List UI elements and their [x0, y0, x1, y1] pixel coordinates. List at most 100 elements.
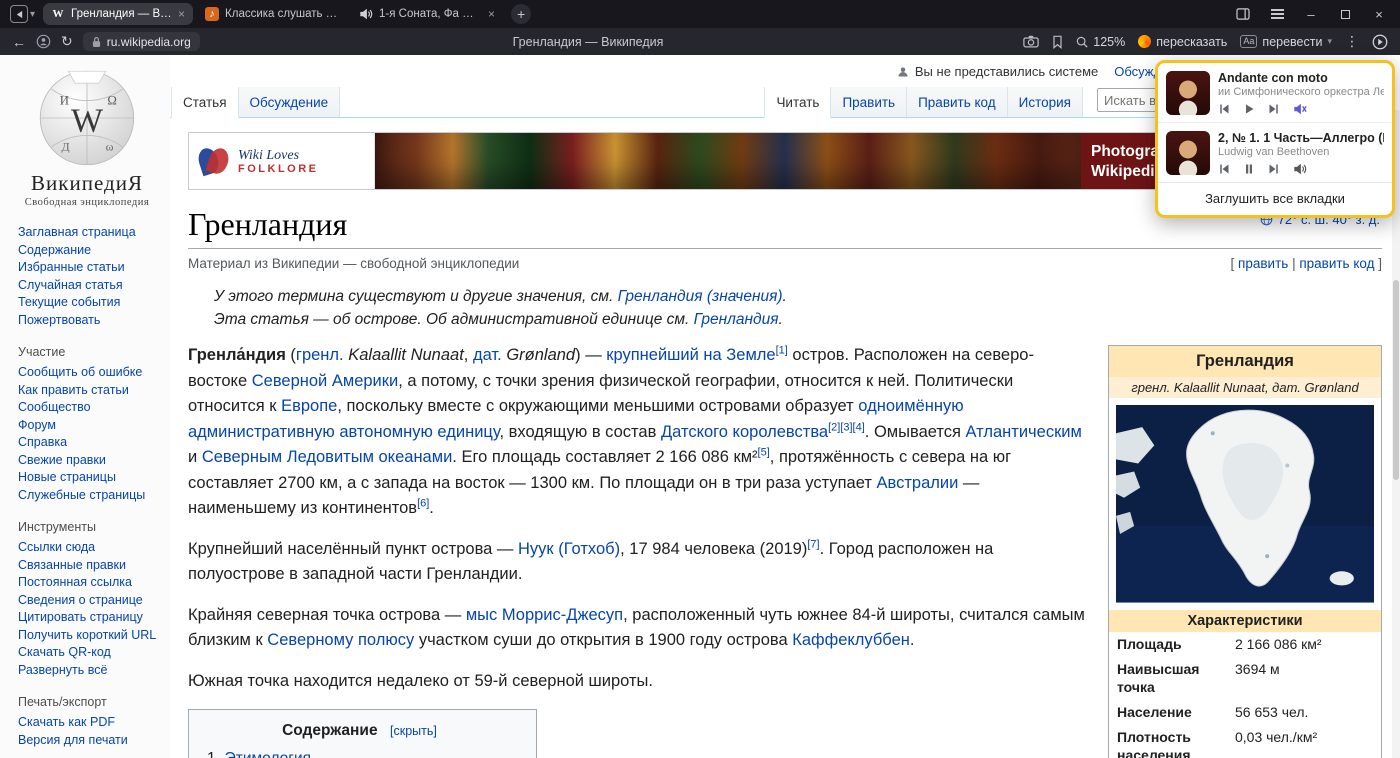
scrollbar-thumb[interactable] — [1393, 280, 1399, 480]
wiki-link[interactable]: Гренландия — [694, 311, 779, 328]
wiki-link[interactable]: Европе — [281, 397, 337, 415]
sidebar-section-header: Печать/экспорт — [18, 695, 164, 709]
wiki-link[interactable]: гренл. — [296, 346, 344, 364]
sidebar-link[interactable]: Текущие события — [18, 295, 120, 309]
wiki-link[interactable]: Атлантическим — [966, 423, 1082, 441]
reference-link[interactable]: [2][3][4] — [828, 421, 865, 433]
browser-tab[interactable]: 1-я Соната, Фа Мин× — [351, 3, 503, 25]
sidebar-link[interactable]: Служебные страницы — [18, 488, 145, 502]
sidebar-link[interactable]: Сообщество — [18, 400, 91, 414]
text-segment: , — [464, 346, 473, 364]
wiki-link[interactable]: Северному полюсу — [267, 631, 414, 649]
browser-tab[interactable]: ♪Классика слушать онлайн — [197, 3, 347, 25]
url-chip[interactable]: ru.wikipedia.org — [83, 32, 200, 51]
wiki-link[interactable]: Австралии — [877, 474, 959, 492]
sidebar-item: Постоянная ссылка — [18, 574, 164, 592]
sidebar-link[interactable]: Заглавная страница — [18, 225, 136, 239]
bookmark-flag-icon[interactable] — [1052, 35, 1063, 49]
wiki-link[interactable]: Гренландия (значения) — [618, 288, 783, 305]
sidebar-link[interactable]: Пожертвовать — [18, 313, 100, 327]
sidebar-link[interactable]: Развернуть всё — [18, 663, 107, 677]
media-play-icon[interactable] — [1372, 34, 1388, 50]
sidebar-link[interactable]: Форум — [18, 418, 56, 432]
reload-button[interactable]: ↻ — [61, 33, 73, 50]
reference-link[interactable]: [1] — [776, 345, 788, 357]
wikipedia-logo[interactable]: W И Ω Д ω — [36, 67, 138, 169]
profile-icon[interactable] — [36, 34, 51, 49]
back-button[interactable]: ← — [12, 34, 26, 50]
translate-button[interactable]: Аа перевести ▾ — [1240, 35, 1332, 49]
mute-all-tabs-button[interactable]: Заглушить все вкладки — [1158, 182, 1392, 215]
sidebar-link[interactable]: Скачать QR-код — [18, 645, 111, 659]
more-options-icon[interactable]: ⋮ — [1345, 33, 1359, 50]
speaker-icon[interactable] — [1293, 162, 1307, 176]
sidebar-link[interactable]: Цитировать страницу — [18, 610, 143, 624]
sidebar-link[interactable]: Избранные статьи — [18, 260, 125, 274]
muted-speaker-icon[interactable] — [1293, 102, 1307, 116]
close-button[interactable]: × — [1370, 5, 1388, 23]
sidebar-link[interactable]: Ссылки сюда — [18, 540, 95, 554]
address-page-title: Гренландия — Википедия — [513, 35, 664, 49]
reference-link[interactable]: [7] — [807, 538, 819, 550]
greenland-map-image[interactable] — [1109, 398, 1381, 610]
toc-hide-link[interactable]: [скрыть] — [390, 724, 437, 738]
wiki-wordmark[interactable]: ВикипедиЯ — [10, 171, 164, 196]
pause-icon[interactable] — [1243, 163, 1255, 175]
sidebar-item: Сведения о странице — [18, 592, 164, 610]
tab-История[interactable]: История — [1008, 87, 1083, 117]
sidebar-link[interactable]: Связанные правки — [18, 558, 126, 572]
wiki-sidebar: W И Ω Д ω ВикипедиЯ Свободная энциклопед… — [0, 55, 170, 758]
sidebar-link[interactable]: Получить короткий URL — [18, 628, 156, 642]
sidebar-link[interactable]: Сведения о странице — [18, 593, 143, 607]
browser-tab[interactable]: WГренландия — Вики× — [43, 3, 193, 25]
next-track-icon[interactable] — [1268, 163, 1280, 175]
side-panel-icon[interactable] — [1234, 5, 1252, 23]
sidebar-link[interactable]: Скачать как PDF — [18, 715, 115, 729]
zoom-control[interactable]: 125% — [1076, 35, 1125, 49]
maximize-button[interactable] — [1336, 5, 1354, 23]
minimize-button[interactable]: – — [1302, 5, 1320, 23]
sidebar-link[interactable]: Содержание — [18, 243, 91, 257]
sidebar-link[interactable]: Сообщить об ошибке — [18, 365, 142, 379]
play-icon[interactable] — [1243, 103, 1255, 115]
toc-link[interactable]: Этимология — [225, 750, 311, 758]
tab-Статья[interactable]: Статья — [171, 87, 239, 118]
next-track-icon[interactable] — [1268, 103, 1280, 115]
tab-list-chevron-icon[interactable]: ▾ — [30, 9, 35, 20]
sidebar-item: Получить короткий URL — [18, 627, 164, 645]
sidebar-link[interactable]: Как править статьи — [18, 383, 129, 397]
previous-track-icon[interactable] — [1218, 103, 1230, 115]
new-tab-button[interactable]: + — [511, 4, 531, 24]
menu-icon[interactable] — [1268, 5, 1286, 23]
browser-logo-icon[interactable] — [10, 5, 28, 23]
wiki-link[interactable]: Северной Америки — [252, 372, 398, 390]
wiki-link[interactable]: Северным Ледовитым океанами — [202, 448, 452, 466]
tab-close-button[interactable]: × — [488, 7, 495, 21]
tab-Обсуждение[interactable]: Обсуждение — [239, 87, 341, 117]
sidebar-link[interactable]: Постоянная ссылка — [18, 575, 132, 589]
wiki-link[interactable]: Каффеклуббен — [792, 631, 910, 649]
sidebar-link[interactable]: Версия для печати — [18, 733, 128, 747]
sidebar-item: Развернуть всё — [18, 662, 164, 680]
tab-close-button[interactable]: × — [178, 7, 185, 21]
retell-button[interactable]: пересказать — [1138, 35, 1227, 49]
wiki-link[interactable]: дат. — [473, 346, 502, 364]
edit-link[interactable]: править код — [1299, 256, 1374, 271]
tab-Читать[interactable]: Читать — [764, 87, 831, 118]
reference-link[interactable]: [6] — [417, 498, 429, 510]
sidebar-section: УчастиеСообщить об ошибкеКак править ста… — [10, 345, 164, 504]
sidebar-link[interactable]: Случайная статья — [18, 278, 123, 292]
wiki-link[interactable]: мыс Моррис-Джесуп — [466, 606, 623, 624]
reference-link[interactable]: [5] — [758, 447, 770, 459]
sidebar-link[interactable]: Свежие правки — [18, 453, 106, 467]
wiki-link[interactable]: крупнейший на Земле — [606, 346, 775, 364]
sidebar-link[interactable]: Справка — [18, 435, 67, 449]
wiki-link[interactable]: Нуук (Готхоб) — [518, 540, 620, 558]
tab-Править код[interactable]: Править код — [907, 87, 1008, 117]
edit-link[interactable]: править — [1238, 256, 1288, 271]
wiki-link[interactable]: Датского королевства — [661, 423, 828, 441]
sidebar-link[interactable]: Новые страницы — [18, 470, 116, 484]
screenshot-icon[interactable] — [1023, 35, 1039, 48]
tab-Править[interactable]: Править — [831, 87, 907, 117]
previous-track-icon[interactable] — [1218, 163, 1230, 175]
